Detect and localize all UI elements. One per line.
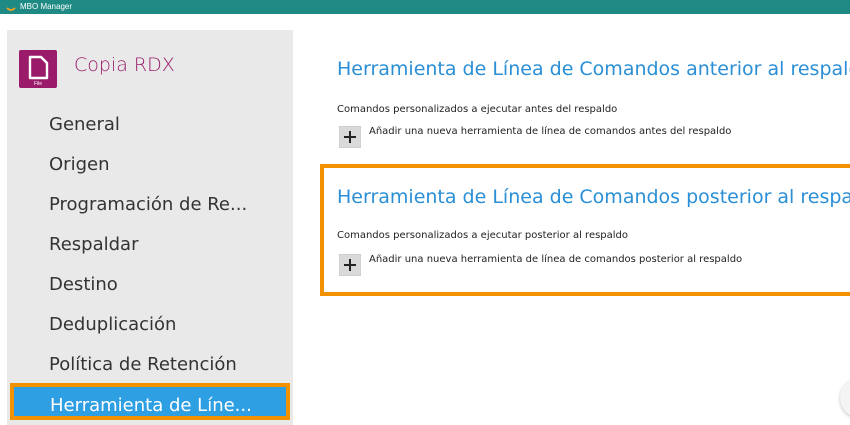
title-bar: MBO Manager (0, 0, 850, 14)
sidebar-title: Copia RDX (74, 54, 175, 76)
pre-section-title: Herramienta de Línea de Comandos anterio… (337, 58, 850, 80)
plus-icon (344, 131, 356, 143)
sidebar-item-origen[interactable]: Origen (7, 145, 293, 185)
sidebar-item-destino[interactable]: Destino (7, 265, 293, 305)
sidebar-item-general[interactable]: General (7, 105, 293, 145)
file-icon-label: File (34, 81, 42, 87)
window-title: MBO Manager (20, 2, 73, 11)
app-logo-icon (6, 7, 16, 11)
file-icon: File (19, 50, 57, 88)
sidebar-header: File Copia RDX (19, 50, 279, 90)
sidebar: File Copia RDX General Origen Programaci… (7, 30, 293, 425)
add-pre-tool-button[interactable] (339, 126, 361, 148)
sidebar-item-deduplicacion[interactable]: Deduplicación (7, 305, 293, 345)
sidebar-nav: General Origen Programación de Re... Res… (7, 105, 293, 385)
sidebar-item-respaldar[interactable]: Respaldar (7, 225, 293, 265)
sidebar-item-programacion[interactable]: Programación de Re... (7, 185, 293, 225)
add-pre-tool-label[interactable]: Añadir una nueva herramienta de línea de… (369, 126, 731, 137)
sidebar-item-herramienta-linea[interactable]: Herramienta de Líne... (10, 383, 290, 420)
sidebar-item-politica-retencion[interactable]: Política de Retención (7, 345, 293, 385)
pre-section-description: Comandos personalizados a ejecutar antes… (337, 104, 618, 115)
post-section-highlight (320, 164, 850, 296)
